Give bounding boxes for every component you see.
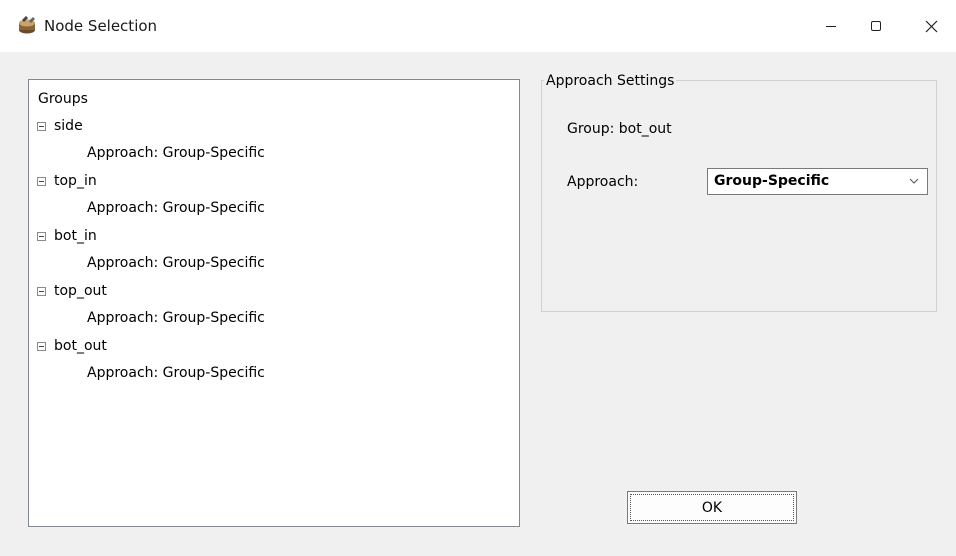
tree-node-label[interactable]: top_in [54, 171, 97, 191]
tree-node-label[interactable]: bot_out [54, 336, 107, 356]
selected-group-label: Group: bot_out [567, 121, 672, 137]
tree-child-item[interactable]: Approach: Group-Specific [87, 363, 265, 383]
node-selection-window: Node Selection Groups side Approach: Gro… [0, 0, 956, 556]
collapse-icon[interactable] [37, 341, 46, 351]
groups-tree[interactable]: Groups side Approach: Group-Specific top… [28, 79, 520, 527]
tree-node-side: side Approach: Group-Specific [29, 116, 519, 171]
tree-node-bot-out: bot_out Approach: Group-Specific [29, 336, 519, 391]
tree-child-item[interactable]: Approach: Group-Specific [87, 143, 265, 163]
tree-node-bot-in: bot_in Approach: Group-Specific [29, 226, 519, 281]
tree-child-item[interactable]: Approach: Group-Specific [87, 308, 265, 328]
title-bar[interactable]: Node Selection [0, 0, 956, 52]
tree-node-row[interactable]: top_out [37, 281, 107, 301]
collapse-icon[interactable] [37, 121, 46, 131]
tree-child-item[interactable]: Approach: Group-Specific [87, 198, 265, 218]
approach-select-value: Group-Specific [714, 173, 830, 189]
approach-settings-group: Approach Settings Group: bot_out Approac… [541, 72, 937, 312]
tree-node-label[interactable]: top_out [54, 281, 107, 301]
ok-button[interactable]: OK [627, 491, 797, 524]
maximize-icon [871, 21, 881, 31]
tree-node-row[interactable]: bot_in [37, 226, 97, 246]
node-app-icon [19, 16, 35, 34]
tree-child-item[interactable]: Approach: Group-Specific [87, 253, 265, 273]
collapse-icon[interactable] [37, 231, 46, 241]
collapse-icon[interactable] [37, 176, 46, 186]
tree-node-top-in: top_in Approach: Group-Specific [29, 171, 519, 226]
group-box-legend: Approach Settings [544, 72, 677, 90]
tree-node-row[interactable]: top_in [37, 171, 97, 191]
tree-node-row[interactable]: side [37, 116, 83, 136]
maximize-button[interactable] [853, 0, 899, 52]
tree-node-label[interactable]: bot_in [54, 226, 97, 246]
ok-button-label: OK [701, 499, 723, 516]
close-icon [925, 20, 937, 32]
approach-label: Approach: [567, 174, 639, 190]
tree-node-label[interactable]: side [54, 116, 83, 136]
tree-node-row[interactable]: bot_out [37, 336, 107, 356]
tree-node-top-out: top_out Approach: Group-Specific [29, 281, 519, 336]
window-title: Node Selection [44, 17, 158, 35]
minimize-icon [826, 26, 836, 27]
close-button[interactable] [908, 0, 954, 52]
tree-header: Groups [38, 91, 88, 107]
tree-list: side Approach: Group-Specific top_in App… [29, 116, 519, 391]
chevron-down-icon [909, 178, 919, 184]
minimize-button[interactable] [808, 0, 854, 52]
approach-select[interactable]: Group-Specific [707, 168, 928, 195]
collapse-icon[interactable] [37, 286, 46, 296]
